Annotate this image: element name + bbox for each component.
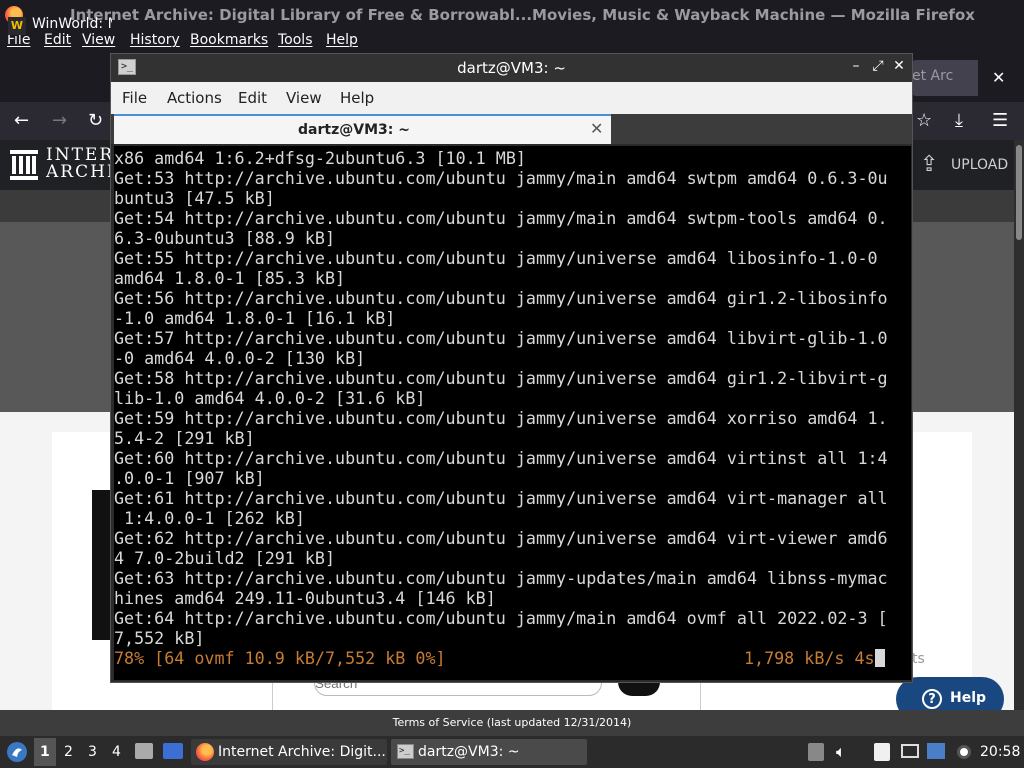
workspace-1[interactable]: 1 bbox=[40, 744, 50, 760]
terminal-line: Get:64 http://archive.ubuntu.com/ubuntu … bbox=[114, 608, 888, 628]
terminal-menu-help[interactable]: Help bbox=[340, 89, 374, 107]
network-icon[interactable] bbox=[927, 743, 945, 759]
power-icon[interactable] bbox=[957, 745, 971, 759]
forward-icon[interactable]: → bbox=[52, 110, 67, 131]
terminal-line: Get:60 http://archive.ubuntu.com/ubuntu … bbox=[114, 448, 888, 468]
workspace-2[interactable]: 2 bbox=[64, 744, 73, 760]
firefox-menu-help[interactable]: Help bbox=[326, 32, 358, 48]
clipboard-icon[interactable] bbox=[808, 743, 824, 761]
firefox-tab-winworld[interactable]: WinWorld: M bbox=[32, 16, 112, 48]
firefox-menubar: File Edit View History Bookmarks Tools H… bbox=[0, 30, 1024, 52]
firefox-titlebar: Internet Archive: Digital Library of Fre… bbox=[0, 0, 1024, 30]
terminal-line: Get:56 http://archive.ubuntu.com/ubuntu … bbox=[114, 288, 888, 308]
terminal-line: Get:54 http://archive.ubuntu.com/ubuntu … bbox=[114, 208, 888, 228]
notes-icon[interactable] bbox=[874, 743, 890, 761]
taskbar-task-firefox-label: Internet Archive: Digit... bbox=[218, 744, 386, 760]
firefox-window-title: Internet Archive: Digital Library of Fre… bbox=[70, 6, 975, 24]
terminal-line: buntu3 [47.5 kB] bbox=[114, 188, 275, 208]
terminal-line: 1:4.0.0-1 [262 kB] bbox=[114, 508, 305, 528]
terminal-line: 7,552 kB] bbox=[114, 628, 205, 648]
terminal-line: Get:53 http://archive.ubuntu.com/ubuntu … bbox=[114, 168, 888, 188]
firefox-menu-bookmarks[interactable]: Bookmarks bbox=[190, 32, 268, 48]
terminal-tab[interactable]: dartz@VM3: ~ ✕ bbox=[114, 114, 611, 144]
reload-icon[interactable]: ↻ bbox=[88, 110, 103, 131]
firefox-scrollbar-thumb[interactable] bbox=[1016, 145, 1022, 240]
terminal-download-speed: 1,798 kB/s 4s bbox=[744, 648, 875, 668]
terminal-line: lib-1.0 amd64 4.0.0-2 [31.6 kB] bbox=[114, 388, 426, 408]
workspace-3[interactable]: 3 bbox=[88, 744, 97, 760]
divider bbox=[700, 680, 701, 710]
firefox-icon bbox=[196, 743, 214, 761]
terminal-window[interactable]: >_ dartz@VM3: ~ – ⤢ ✕ File Actions Edit … bbox=[110, 53, 913, 683]
terminal-window-title: dartz@VM3: ~ bbox=[457, 59, 566, 77]
firefox-menu-tools[interactable]: Tools bbox=[278, 32, 313, 48]
downloads-icon[interactable]: ⤓ bbox=[955, 110, 963, 131]
terminal-menu-actions[interactable]: Actions bbox=[167, 89, 222, 107]
terminal-line: Get:58 http://archive.ubuntu.com/ubuntu … bbox=[114, 368, 888, 388]
workspace-4[interactable]: 4 bbox=[112, 744, 121, 760]
winworld-favicon: W bbox=[8, 17, 26, 35]
display-icon[interactable] bbox=[901, 744, 919, 758]
tab-close-icon[interactable]: ✕ bbox=[590, 119, 603, 138]
terminal-lines: x86 amd64 1:6.2+dfsg-2ubuntu6.3 [10.1 MB… bbox=[114, 148, 888, 648]
terminal-progress-status: 78% [64 ovmf 10.9 kB/7,552 kB 0%] bbox=[114, 648, 446, 668]
terminal-menu-edit[interactable]: Edit bbox=[238, 89, 267, 107]
terminal-line: Get:61 http://archive.ubuntu.com/ubuntu … bbox=[114, 488, 888, 508]
volume-icon[interactable]: 🔈︎ bbox=[836, 742, 846, 762]
divider bbox=[272, 680, 273, 710]
back-icon[interactable]: ← bbox=[14, 110, 29, 131]
terminal-menubar: File Actions Edit View Help bbox=[111, 82, 912, 114]
terminal-line: Get:57 http://archive.ubuntu.com/ubuntu … bbox=[114, 328, 888, 348]
maximize-icon[interactable]: ⤢ bbox=[870, 58, 886, 74]
upload-icon[interactable]: ⇪ bbox=[920, 152, 938, 177]
firefox-menu-history[interactable]: History bbox=[130, 32, 180, 48]
terminal-menu-view[interactable]: View bbox=[286, 89, 322, 107]
firefox-tab-internet-archive[interactable]: et Arc bbox=[912, 60, 978, 96]
terminal-line: Get:55 http://archive.ubuntu.com/ubuntu … bbox=[114, 248, 878, 268]
terminal-line: 6.3-0ubuntu3 [88.9 kB] bbox=[114, 228, 336, 248]
terminal-line: 4 7.0-2build2 [291 kB] bbox=[114, 548, 336, 568]
terminal-line: Get:63 http://archive.ubuntu.com/ubuntu … bbox=[114, 568, 888, 588]
terminal-line: -0 amd64 4.0.0-2 [130 kB] bbox=[114, 348, 366, 368]
close-icon[interactable]: ✕ bbox=[891, 58, 907, 74]
internet-archive-logo-icon[interactable] bbox=[10, 150, 38, 180]
terminal-line: .0.0-1 [907 kB] bbox=[114, 468, 265, 488]
terminal-tab-label: dartz@VM3: ~ bbox=[298, 122, 410, 138]
clock[interactable]: 20:58 bbox=[980, 744, 1020, 760]
taskbar-task-terminal-label: dartz@VM3: ~ bbox=[418, 744, 520, 760]
help-button-label: Help bbox=[950, 690, 987, 706]
terminal-cursor bbox=[875, 649, 885, 667]
status-link-text: Terms of Service (last updated 12/31/201… bbox=[392, 716, 632, 729]
terminal-tabbar: dartz@VM3: ~ ✕ bbox=[111, 114, 912, 144]
file-manager-icon[interactable] bbox=[135, 743, 153, 759]
terminal-titlebar[interactable]: >_ dartz@VM3: ~ – ⤢ ✕ bbox=[111, 54, 912, 82]
tab-close-icon[interactable]: ✕ bbox=[992, 68, 1005, 87]
minimize-icon[interactable]: – bbox=[848, 58, 864, 74]
terminal-line: Get:59 http://archive.ubuntu.com/ubuntu … bbox=[114, 408, 888, 428]
partial-link-text: ts bbox=[912, 651, 925, 667]
terminal-line: -1.0 amd64 1.8.0-1 [16.1 kB] bbox=[114, 308, 396, 328]
help-question-icon: ? bbox=[922, 689, 942, 709]
hamburger-menu-icon[interactable]: ☰ bbox=[992, 110, 1008, 131]
terminal-line: x86 amd64 1:6.2+dfsg-2ubuntu6.3 [10.1 MB… bbox=[114, 148, 526, 168]
bookmark-star-icon[interactable]: ☆ bbox=[916, 110, 932, 131]
terminal-app-icon: >_ bbox=[397, 744, 414, 759]
app-launcher-icon[interactable] bbox=[6, 741, 28, 763]
terminal-line: amd64 1.8.0-1 [85.3 kB] bbox=[114, 268, 346, 288]
terminal-line: hines amd64 249.11-0ubuntu3.4 [146 kB] bbox=[114, 588, 496, 608]
upload-link[interactable]: UPLOAD bbox=[951, 157, 1008, 173]
terminal-line: 5.4-2 [291 kB] bbox=[114, 428, 255, 448]
terminal-output[interactable]: x86 amd64 1:6.2+dfsg-2ubuntu6.3 [10.1 MB… bbox=[114, 146, 911, 680]
show-desktop-icon[interactable] bbox=[163, 743, 183, 759]
terminal-line: Get:62 http://archive.ubuntu.com/ubuntu … bbox=[114, 528, 888, 548]
terminal-menu-file[interactable]: File bbox=[122, 89, 147, 107]
